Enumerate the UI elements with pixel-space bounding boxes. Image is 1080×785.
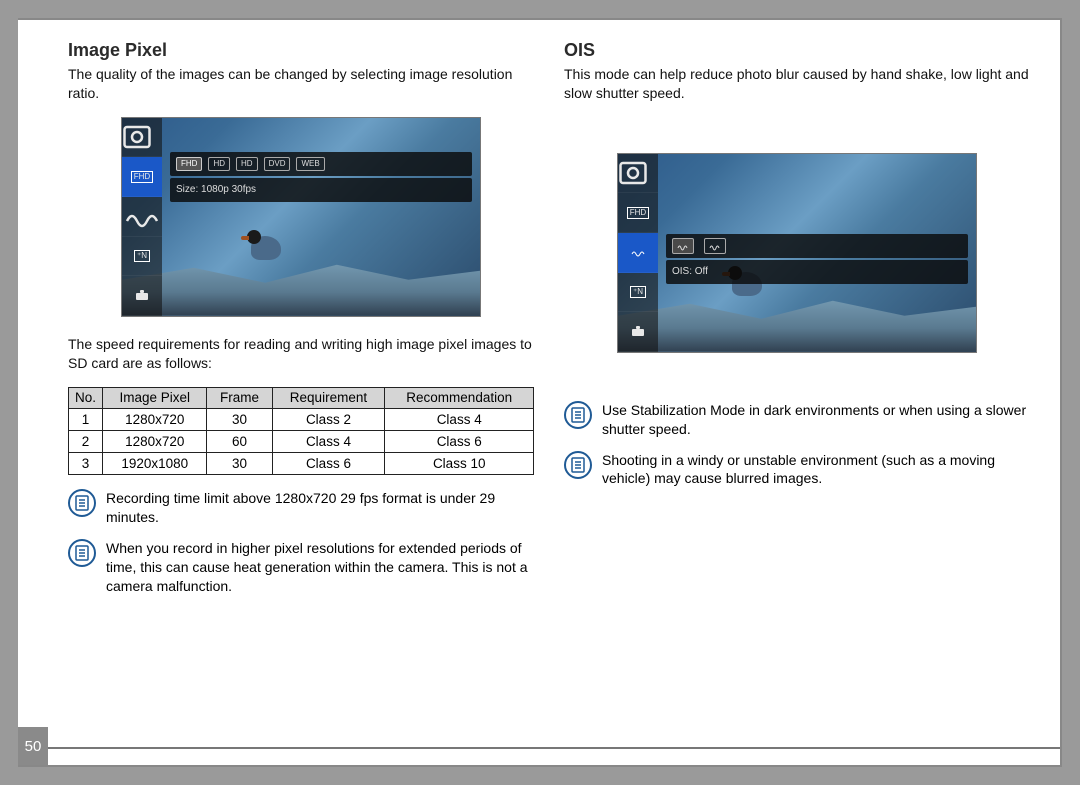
image-pixel-screenshot: FHD ⁺N FHD HD HD DVD WEB [121, 117, 481, 317]
page-frame: Image Pixel The quality of the images ca… [0, 0, 1080, 785]
resolution-option: FHD [176, 157, 202, 171]
left-column: Image Pixel The quality of the images ca… [68, 40, 534, 725]
ois-intro: This mode can help reduce photo blur cau… [564, 65, 1030, 103]
rock-foreground [122, 256, 480, 316]
fhd-icon: FHD [122, 157, 162, 197]
toolbox-icon [122, 276, 162, 316]
resolution-size-label: Size: 1080p 30fps [176, 184, 256, 195]
resolution-label-bar: Size: 1080p 30fps [170, 178, 472, 202]
content-columns: Image Pixel The quality of the images ca… [18, 20, 1060, 735]
note-row: Use Stabilization Mode in dark environme… [564, 401, 1030, 439]
table-row: 3 1920x1080 30 Class 6 Class 10 [69, 453, 534, 475]
ois-off-icon [122, 197, 162, 237]
note-icon [68, 539, 96, 567]
note-text: When you record in higher pixel resoluti… [106, 539, 534, 596]
ois-heading: OIS [564, 40, 1030, 61]
note-icon [68, 489, 96, 517]
table-header-row: No. Image Pixel Frame Requirement Recomm… [69, 387, 534, 409]
ois-screenshot: FHD ⁺N [617, 153, 977, 353]
note-row: When you record in higher pixel resoluti… [68, 539, 534, 596]
note-text: Recording time limit above 1280x720 29 f… [106, 489, 534, 527]
resolution-option: WEB [296, 157, 324, 171]
target-n-icon: ⁺N [122, 237, 162, 277]
col-no: No. [69, 387, 103, 409]
col-rec: Recommendation [385, 387, 534, 409]
resolution-option: HD [236, 157, 258, 171]
col-pixel: Image Pixel [103, 387, 207, 409]
note-row: Shooting in a windy or unstable environm… [564, 451, 1030, 489]
table-row: 2 1280x720 60 Class 4 Class 6 [69, 431, 534, 453]
resolution-options-bar: FHD HD HD DVD WEB [170, 152, 472, 176]
page-number: 50 [18, 727, 48, 765]
col-frame: Frame [207, 387, 272, 409]
ois-off-icon [618, 233, 658, 273]
target-n-icon: ⁺N [618, 273, 658, 313]
note-icon [564, 451, 592, 479]
rock-foreground [618, 292, 976, 352]
note-text: Use Stabilization Mode in dark environme… [602, 401, 1030, 439]
resolution-option: HD [208, 157, 230, 171]
ois-status-label: OIS: Off [672, 266, 708, 277]
note-text: Shooting in a windy or unstable environm… [602, 451, 1030, 489]
image-pixel-heading: Image Pixel [68, 40, 534, 61]
right-column: OIS This mode can help reduce photo blur… [564, 40, 1030, 725]
ois-options-bar [666, 234, 968, 258]
speed-requirements-intro: The speed requirements for reading and w… [68, 335, 534, 373]
table-row: 1 1280x720 30 Class 2 Class 4 [69, 409, 534, 431]
fhd-icon: FHD [618, 193, 658, 233]
camera-side-menu: FHD ⁺N [618, 154, 658, 352]
footer-rule [48, 747, 1060, 749]
image-pixel-intro: The quality of the images can be changed… [68, 65, 534, 103]
note-row: Recording time limit above 1280x720 29 f… [68, 489, 534, 527]
col-req: Requirement [272, 387, 385, 409]
resolution-option: DVD [264, 157, 291, 171]
toolbox-icon [618, 312, 658, 352]
ois-off-option-icon [672, 238, 694, 254]
bird-graphic [247, 226, 289, 264]
camera-mode-icon [618, 154, 658, 194]
ois-label-bar: OIS: Off [666, 260, 968, 284]
page: Image Pixel The quality of the images ca… [18, 18, 1062, 767]
note-icon [564, 401, 592, 429]
sd-speed-table: No. Image Pixel Frame Requirement Recomm… [68, 387, 534, 476]
camera-side-menu: FHD ⁺N [122, 118, 162, 316]
ois-on-option-icon [704, 238, 726, 254]
camera-mode-icon [122, 118, 162, 158]
